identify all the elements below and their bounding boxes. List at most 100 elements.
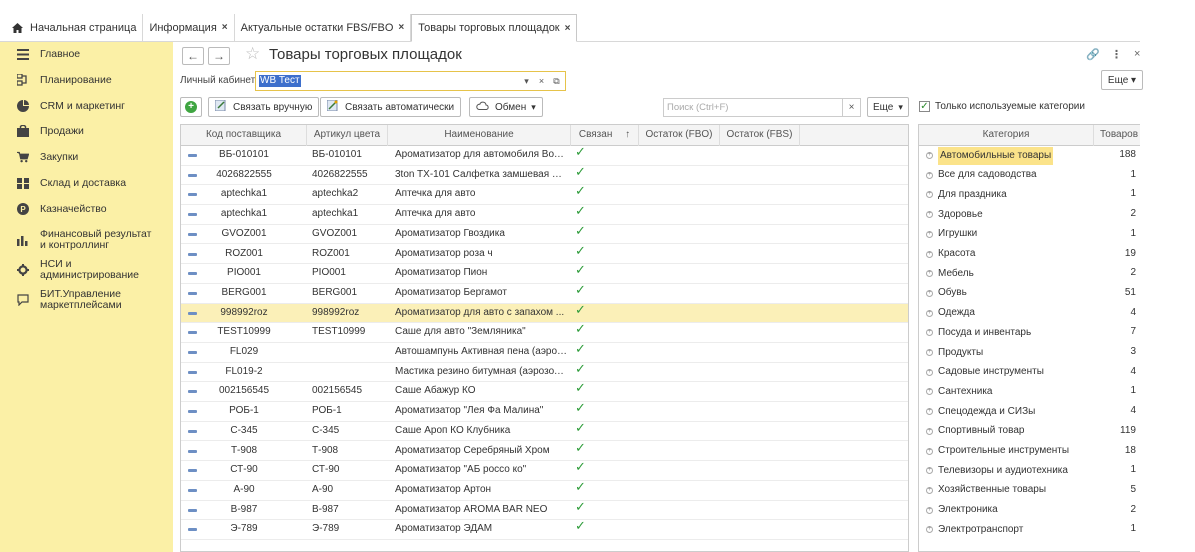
expand-icon[interactable]: + [926, 506, 933, 514]
table-row[interactable]: СТ-90 СТ-90 Ароматизатор "АБ россо ко" ✓ [181, 459, 908, 481]
expand-icon[interactable]: + [926, 408, 933, 416]
column-header-code[interactable]: Код поставщика [181, 125, 307, 146]
back-button[interactable]: ← [182, 47, 204, 65]
star-icon[interactable]: ☆ [245, 44, 260, 64]
table-row[interactable]: ROZ001 ROZ001 Ароматизатор роза ч ✓ [181, 243, 908, 265]
close-icon[interactable]: × [565, 23, 571, 34]
table-row[interactable]: 002156545 002156545 Саше Абажур КО ✓ [181, 380, 908, 403]
category-row[interactable]: + Хозяйственные товары 5 [919, 481, 1140, 501]
close-icon[interactable]: × [222, 22, 228, 33]
expand-icon[interactable]: + [926, 171, 933, 179]
table-row[interactable]: Т-908 Т-908 Ароматизатор Серебряный Хром ✓ [181, 440, 908, 462]
sidebar-item-marketplaces[interactable]: БИТ.Управление маркетплейсами [0, 288, 173, 312]
add-button[interactable]: + [180, 97, 202, 117]
sidebar-item-treasury[interactable]: Р Казначейство [0, 202, 173, 216]
sidebar-item-sales[interactable]: Продажи [0, 124, 173, 138]
link-icon[interactable]: 🔗 [1086, 48, 1100, 61]
table-row[interactable]: FL019-2 Мастика резино битумная (аэрозол.… [181, 361, 908, 383]
table-row[interactable]: РОБ-1 РОБ-1 Ароматизатор "Лея Фа Малина" ✓ [181, 400, 908, 422]
sidebar-item-main[interactable]: Главное [0, 47, 173, 61]
expand-icon[interactable]: + [926, 289, 933, 297]
clear-icon[interactable]: × [535, 74, 548, 88]
expand-icon[interactable]: + [926, 447, 933, 455]
table-row[interactable]: Э-789 Э-789 Ароматизатор ЭДАМ ✓ [181, 518, 908, 540]
category-row[interactable]: + Электротранспорт 1 [919, 520, 1140, 540]
table-row[interactable]: TEST10999 TEST10999 Саше для авто "Земляни… [181, 321, 908, 343]
category-row[interactable]: + Игрушки 1 [919, 225, 1140, 245]
tab-home[interactable]: Начальная страница [0, 14, 144, 41]
column-header-stock-fbo[interactable]: Остаток (FBO) [639, 125, 720, 146]
table-row[interactable]: BERG001 BERG001 Ароматизатор Бергамот ✓ [181, 282, 908, 304]
tab-stock[interactable]: Актуальные остатки FBS/FBO × [235, 14, 412, 41]
category-row[interactable]: + Все для садоводства 1 [919, 166, 1140, 186]
expand-icon[interactable]: + [926, 309, 933, 317]
category-row[interactable]: + Посуда и инвентарь 7 [919, 323, 1140, 343]
expand-icon[interactable]: + [926, 349, 933, 356]
table-row[interactable]: 4026822555 4026822555 3ton TX-101 Салфетка… [181, 164, 908, 186]
exchange-button[interactable]: Обмен ▾ [469, 97, 543, 117]
table-row[interactable]: А-90 А-90 Ароматизатор Артон ✓ [181, 479, 908, 501]
table-row[interactable]: PIO001 PIO001 Ароматизатор Пион ✓ [181, 262, 908, 284]
category-row[interactable]: + Обувь 51 [919, 284, 1140, 304]
sidebar-item-planning[interactable]: Планирование [0, 73, 173, 87]
column-header-linked[interactable]: Связан ↑ [571, 125, 639, 146]
table-row[interactable]: В-987 В-987 Ароматизатор AROMA BAR NEO ✓ [181, 499, 908, 521]
column-header-color-article[interactable]: Артикул цвета [307, 125, 388, 146]
category-row[interactable]: + Мебель 2 [919, 264, 1140, 284]
table-row[interactable]: aptechka1 aptechka2 Аптечка для авто ✓ [181, 183, 908, 206]
sidebar-item-purchases[interactable]: Закупки [0, 150, 173, 164]
table-row[interactable]: ВБ-010101 ВБ-010101 Ароматизатор для автом… [181, 144, 908, 166]
sidebar-item-finance[interactable]: Финансовый результат и контроллинг [0, 228, 173, 252]
open-icon[interactable]: ⧉ [550, 74, 563, 88]
category-row[interactable]: + Автомобильные товары 188 [919, 146, 1140, 166]
more-top-button[interactable]: Еще ▾ [1101, 70, 1143, 90]
expand-icon[interactable]: + [926, 526, 933, 534]
category-row[interactable]: + Красота 19 [919, 245, 1140, 265]
expand-icon[interactable]: + [926, 211, 933, 219]
more-button[interactable]: Еще ▾ [867, 97, 909, 117]
expand-icon[interactable]: + [926, 152, 933, 159]
category-row[interactable]: + Телевизоры и аудиотехника 1 [919, 461, 1140, 481]
expand-icon[interactable]: + [926, 368, 933, 376]
link-manual-button[interactable]: Связать вручную [208, 97, 320, 117]
column-header-name[interactable]: Наименование [388, 125, 571, 146]
table-row[interactable]: FL029 Автошампунь Активная пена (аэрозо..… [181, 341, 908, 363]
expand-icon[interactable]: + [926, 230, 933, 238]
search-clear-icon[interactable]: × [842, 98, 861, 117]
sidebar-item-warehouse[interactable]: Склад и доставка [0, 176, 173, 190]
expand-icon[interactable]: + [926, 329, 933, 337]
tab-info[interactable]: Информация × [143, 14, 235, 41]
category-row[interactable]: + Спецодежда и СИЗы 4 [919, 402, 1140, 422]
column-header-stock-fbs[interactable]: Остаток (FBS) [720, 125, 800, 146]
category-row[interactable]: + Спортивный товар 119 [919, 422, 1140, 442]
category-row[interactable]: + Садовые инструменты 4 [919, 363, 1140, 383]
sidebar-item-admin[interactable]: НСИ и администрирование [0, 259, 173, 281]
column-header-count[interactable]: Товаров [1094, 125, 1140, 146]
link-auto-button[interactable]: Связать автоматически [320, 97, 462, 117]
category-row[interactable]: + Здоровье 2 [919, 205, 1140, 225]
category-row[interactable]: + Одежда 4 [919, 304, 1140, 324]
table-row[interactable]: 998992roz 998992roz Ароматизатор для авто … [181, 302, 908, 324]
dropdown-icon[interactable]: ▾ [520, 74, 533, 88]
close-icon[interactable]: × [398, 22, 404, 33]
expand-icon[interactable]: + [926, 270, 933, 278]
expand-icon[interactable]: + [926, 427, 933, 435]
category-row[interactable]: + Для праздника 1 [919, 185, 1140, 205]
category-row[interactable]: + Продукты 3 [919, 343, 1140, 363]
expand-icon[interactable]: + [926, 250, 933, 258]
category-row[interactable]: + Сантехника 1 [919, 382, 1140, 402]
forward-button[interactable]: → [208, 47, 230, 65]
column-header-category[interactable]: Категория [919, 125, 1094, 146]
expand-icon[interactable]: + [926, 191, 933, 199]
table-row[interactable]: aptechka1 aptechka1 Аптечка для авто ✓ [181, 203, 908, 225]
search-input[interactable]: Поиск (Ctrl+F) [663, 98, 861, 117]
category-row[interactable]: + Электроника 2 [919, 501, 1140, 521]
close-icon[interactable]: × [1134, 48, 1140, 60]
only-used-categories-checkbox[interactable]: ✓ Только используемые категории [919, 101, 1085, 112]
tab-marketplace-goods[interactable]: Товары торговых площадок × [411, 14, 578, 42]
expand-icon[interactable]: + [926, 486, 933, 494]
sidebar-item-crm[interactable]: CRM и маркетинг [0, 99, 173, 113]
expand-icon[interactable]: + [926, 388, 933, 396]
more-vert-icon[interactable]: ⋮ [1111, 48, 1122, 61]
expand-icon[interactable]: + [926, 467, 933, 475]
